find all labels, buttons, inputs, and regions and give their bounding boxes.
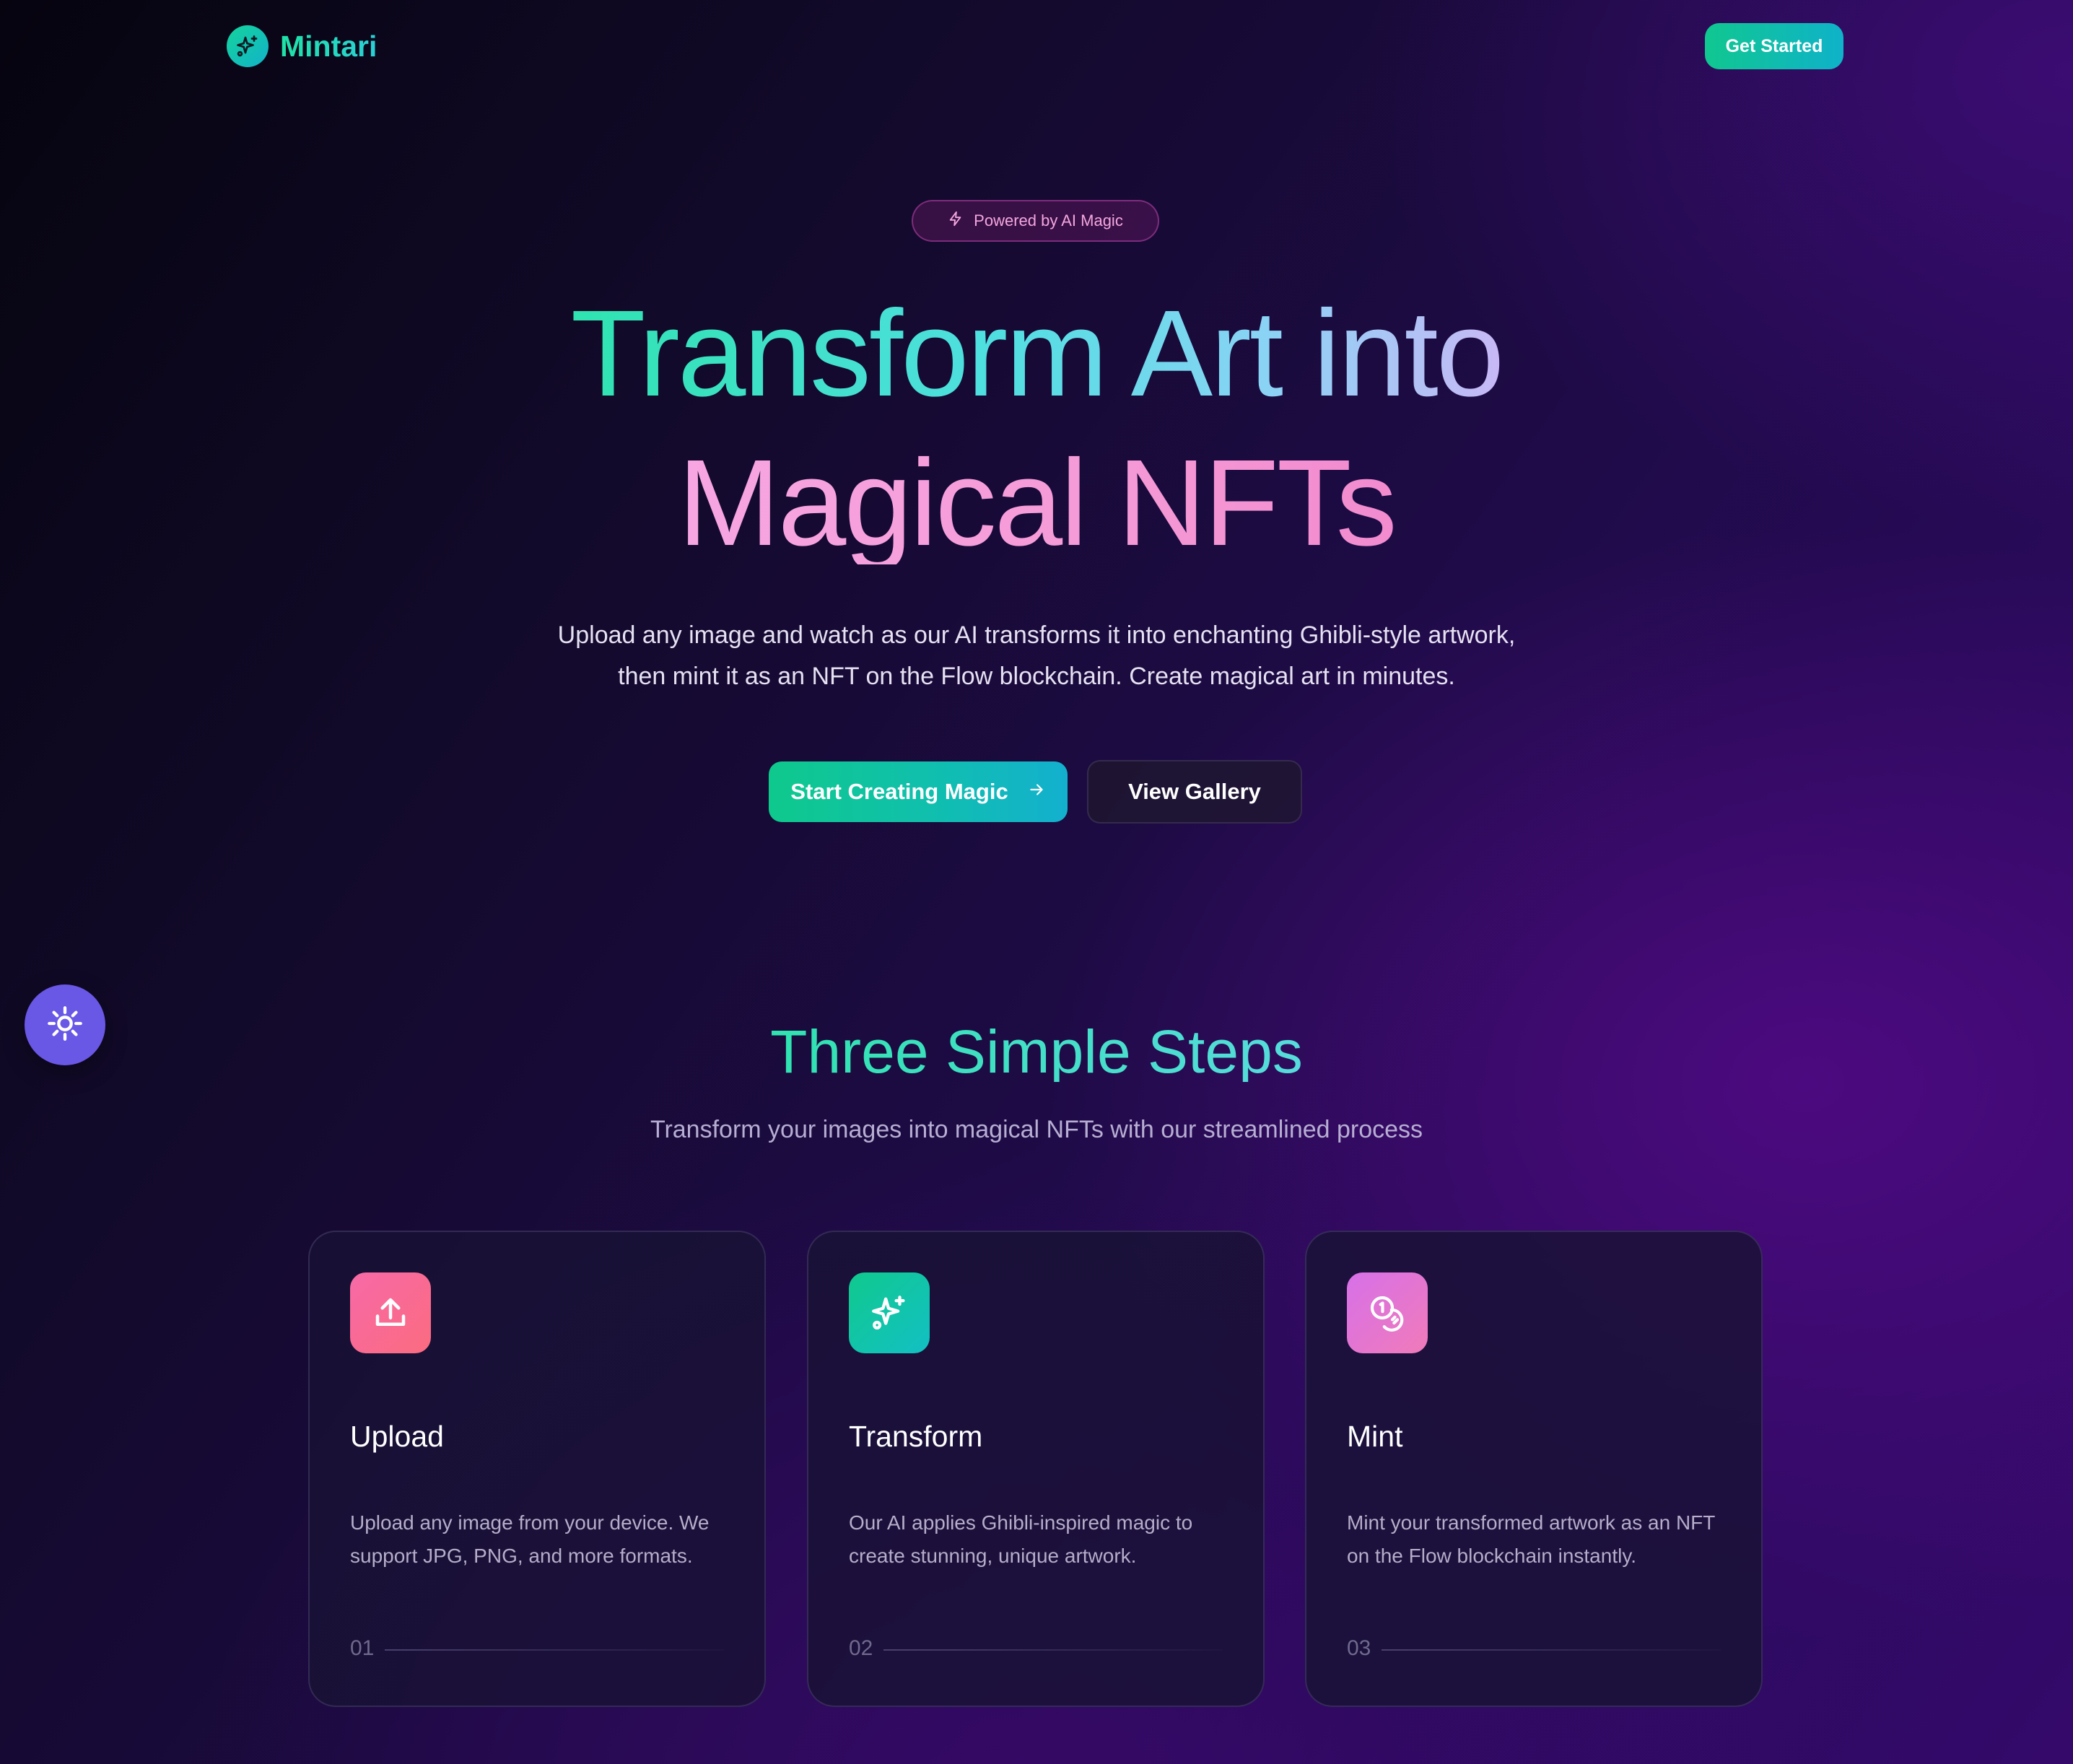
top-nav: Mintari Get Started [0,0,2073,94]
get-started-button[interactable]: Get Started [1705,23,1843,69]
step-title: Transform [849,1420,983,1453]
hero-title-line-2-text: Magical NFTs [678,435,1397,572]
step-number: 01 [350,1636,375,1660]
sparkles-icon [849,1272,930,1353]
brand-name: Mintari [280,29,377,63]
view-gallery-button[interactable]: View Gallery [1087,760,1302,824]
step-title: Mint [1347,1420,1403,1453]
brand-logo[interactable]: Mintari [227,25,377,68]
steps-subtitle: Transform your images into magical NFTs … [650,1116,1423,1143]
step-divider [1382,1649,1721,1651]
step-title: Upload [350,1420,444,1453]
sparkles-icon [227,25,269,67]
hero-title-line-2: Magical NFTs [0,442,2073,564]
step-card-mint: Mint Mint your transformed artwork as an… [1305,1231,1763,1707]
step-number: 03 [1347,1636,1371,1660]
step-number: 02 [849,1636,873,1660]
steps-title-text: Three Simple Steps [770,1018,1303,1086]
step-divider [883,1649,1223,1651]
steps-title: Three Simple Steps [0,1021,2073,1082]
step-description: Our AI applies Ghibli-inspired magic to … [849,1511,1193,1567]
step-card-upload: Upload Upload any image from your device… [308,1231,766,1707]
step-card-transform: Transform Our AI applies Ghibli-inspired… [807,1231,1265,1707]
hero-title-line-1: Transform Art into [0,292,2073,415]
powered-by-badge: Powered by AI Magic [912,200,1159,242]
lightning-icon [948,211,964,231]
start-creating-label: Start Creating Magic [790,779,1008,804]
upload-icon [350,1272,431,1353]
hero-title-line-1-text: Transform Art into [570,285,1505,422]
start-creating-button[interactable]: Start Creating Magic [769,761,1068,822]
step-divider [385,1649,724,1651]
coins-icon [1347,1272,1428,1353]
step-description: Mint your transformed artwork as an NFT … [1347,1511,1715,1567]
arrow-right-icon [1027,779,1046,805]
hero-description: Upload any image and watch as our AI tra… [557,621,1516,690]
step-description: Upload any image from your device. We su… [350,1511,710,1567]
badge-text: Powered by AI Magic [974,211,1123,230]
